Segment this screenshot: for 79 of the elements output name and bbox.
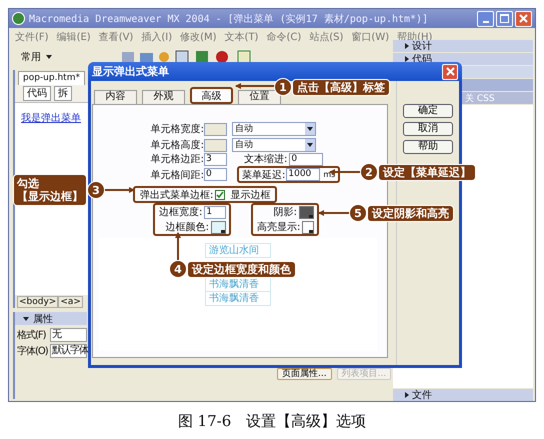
dialog-button[interactable]: 确定 [403, 104, 453, 118]
close-icon [446, 67, 454, 76]
dialog-tab[interactable]: 外观 [142, 90, 185, 104]
step-number: 3 [88, 182, 104, 198]
menu-item[interactable]: 插入(I) [141, 30, 172, 44]
input-field[interactable]: 1 [204, 206, 226, 218]
step-number: 5 [350, 205, 366, 221]
field-label: 单元格高度: [150, 138, 204, 152]
checkbox[interactable] [215, 190, 226, 200]
select-field[interactable]: 自动 [232, 138, 316, 152]
view-button[interactable]: 代码 [23, 86, 51, 101]
field-label: 边框宽度: [159, 206, 202, 219]
input-field[interactable]: 1000 [286, 168, 320, 181]
menu-preview-item: 书海飘清香 [205, 292, 271, 306]
close-button[interactable] [442, 64, 458, 80]
menu-preview-item: 游览山水间 [205, 243, 271, 258]
tag-selector-item[interactable]: <a> [58, 296, 83, 308]
callout-label: 设定【菜单延迟】 [379, 164, 475, 180]
panel-button[interactable]: 页面属性... [277, 368, 332, 380]
menu-item[interactable]: 修改(M) [180, 30, 217, 44]
step-number: 1 [275, 79, 291, 95]
dialog-button[interactable]: 帮助 [403, 140, 453, 154]
color-picker[interactable] [302, 220, 314, 234]
close-icon [519, 14, 528, 23]
document-tab[interactable]: pop-up.htm* [18, 71, 85, 85]
minimize-button[interactable] [477, 10, 494, 26]
menu-item[interactable]: 窗口(W) [351, 30, 390, 44]
menu-item[interactable]: 站点(S) [309, 30, 344, 44]
menu-item[interactable]: 命令(C) [266, 30, 302, 44]
step-number: 2 [361, 164, 377, 180]
menu-item[interactable]: 文本(T) [224, 30, 258, 44]
maximize-button[interactable] [496, 10, 513, 26]
window-title: Macromedia Dreamweaver MX 2004 - [弹出菜单 (实例17 素材/pop-up.htm*)] [29, 12, 430, 26]
field-label: 弹出式菜单边框: [140, 188, 214, 202]
field-label: 菜单延迟: [242, 168, 286, 182]
field-label: 高亮显示: [257, 220, 300, 234]
panel-header[interactable]: 设计 [393, 40, 533, 52]
select-field[interactable]: 无 [50, 328, 87, 342]
panel-header[interactable]: 文件 [393, 389, 533, 401]
callout-label: 设定阴影和高亮 [368, 206, 453, 220]
arrow [235, 83, 275, 89]
input-field[interactable]: 0 [204, 168, 227, 181]
category-dropdown[interactable]: 常用 [21, 50, 52, 64]
app-icon [12, 12, 25, 25]
checkbox-label: 显示边框 [230, 188, 270, 202]
input-field[interactable] [204, 122, 227, 136]
field-label: 文本缩进: [244, 152, 288, 166]
color-picker[interactable] [211, 220, 226, 234]
input-field[interactable] [204, 138, 227, 152]
dialog-tab[interactable]: 位置 [238, 90, 281, 104]
callout-label: 勾选 【显示边框】 [14, 175, 86, 205]
input-field[interactable]: 3 [204, 152, 227, 166]
dialog-tab[interactable]: 高级 [190, 87, 233, 104]
field-label: 边框颜色: [166, 220, 209, 234]
color-picker[interactable] [299, 206, 314, 218]
dialog-tab[interactable]: 内容 [94, 90, 137, 104]
dialog-title: 显示弹出式菜单 [92, 64, 170, 79]
callout-label: 设定边框宽度和颜色 [188, 262, 295, 276]
menu-item[interactable]: 文件(F) [15, 30, 49, 44]
field-label: 阴影: [274, 206, 297, 219]
field-label: 单元格间距: [150, 168, 204, 182]
field-label: 字体(O) [17, 344, 49, 358]
select-field[interactable]: 默认字体 [50, 344, 87, 358]
field-label: 单元格宽度: [150, 122, 204, 136]
panel-header[interactable]: 属性 [15, 312, 87, 325]
select-field[interactable]: 自动 [232, 122, 316, 136]
field-label: 格式(F) [17, 328, 47, 342]
step-number: 4 [170, 261, 186, 277]
close-button[interactable] [515, 10, 532, 26]
figure-caption: 图 17-6 设置【高级】选项 [176, 412, 368, 431]
menu-item[interactable]: 编辑(E) [56, 30, 91, 44]
tag-selector-item[interactable]: <body> [17, 296, 58, 308]
input-field[interactable]: 0 [289, 152, 324, 166]
menu-item[interactable]: 查看(V) [98, 30, 134, 44]
view-button[interactable]: 拆 [54, 86, 72, 101]
callout-label: 点击【高级】标签 [293, 80, 389, 94]
page-link[interactable]: 我是弹出菜单 [21, 113, 81, 124]
field-label: 单元格边距: [150, 152, 204, 166]
dialog-button[interactable]: 取消 [403, 122, 453, 136]
